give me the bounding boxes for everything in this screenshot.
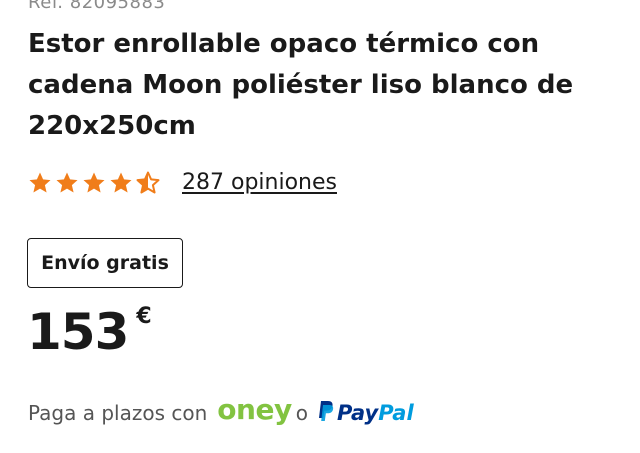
- reviews-link[interactable]: 287 opiniones: [182, 170, 337, 195]
- product-title: Estor enrollable opaco térmico con caden…: [28, 29, 574, 141]
- or-text: o: [295, 401, 308, 425]
- product-summary: Ref. 82095883 Estor enrollable opaco tér…: [0, 0, 640, 453]
- product-rating: 287 opiniones: [28, 170, 337, 195]
- star-full-icon: [109, 171, 133, 195]
- price-currency: €: [136, 304, 152, 329]
- installments-text: Paga a plazos con: [28, 401, 208, 425]
- star-half-icon: [136, 171, 160, 195]
- star-full-icon: [55, 171, 79, 195]
- price-amount: 153: [27, 303, 129, 361]
- rating-stars: [28, 171, 160, 195]
- free-shipping-badge: Envío gratis: [27, 238, 183, 288]
- product-reference: Ref. 82095883: [28, 0, 166, 13]
- paypal-wordmark: PayPal: [336, 401, 414, 425]
- star-full-icon: [82, 171, 106, 195]
- oney-logo: oney: [217, 393, 292, 426]
- paypal-p-icon: [316, 400, 334, 427]
- product-price: 153 €: [27, 300, 152, 364]
- paypal-logo: PayPal: [316, 400, 414, 427]
- star-full-icon: [28, 171, 52, 195]
- installment-payment-info: Paga a plazos con oney o PayPal: [28, 393, 414, 428]
